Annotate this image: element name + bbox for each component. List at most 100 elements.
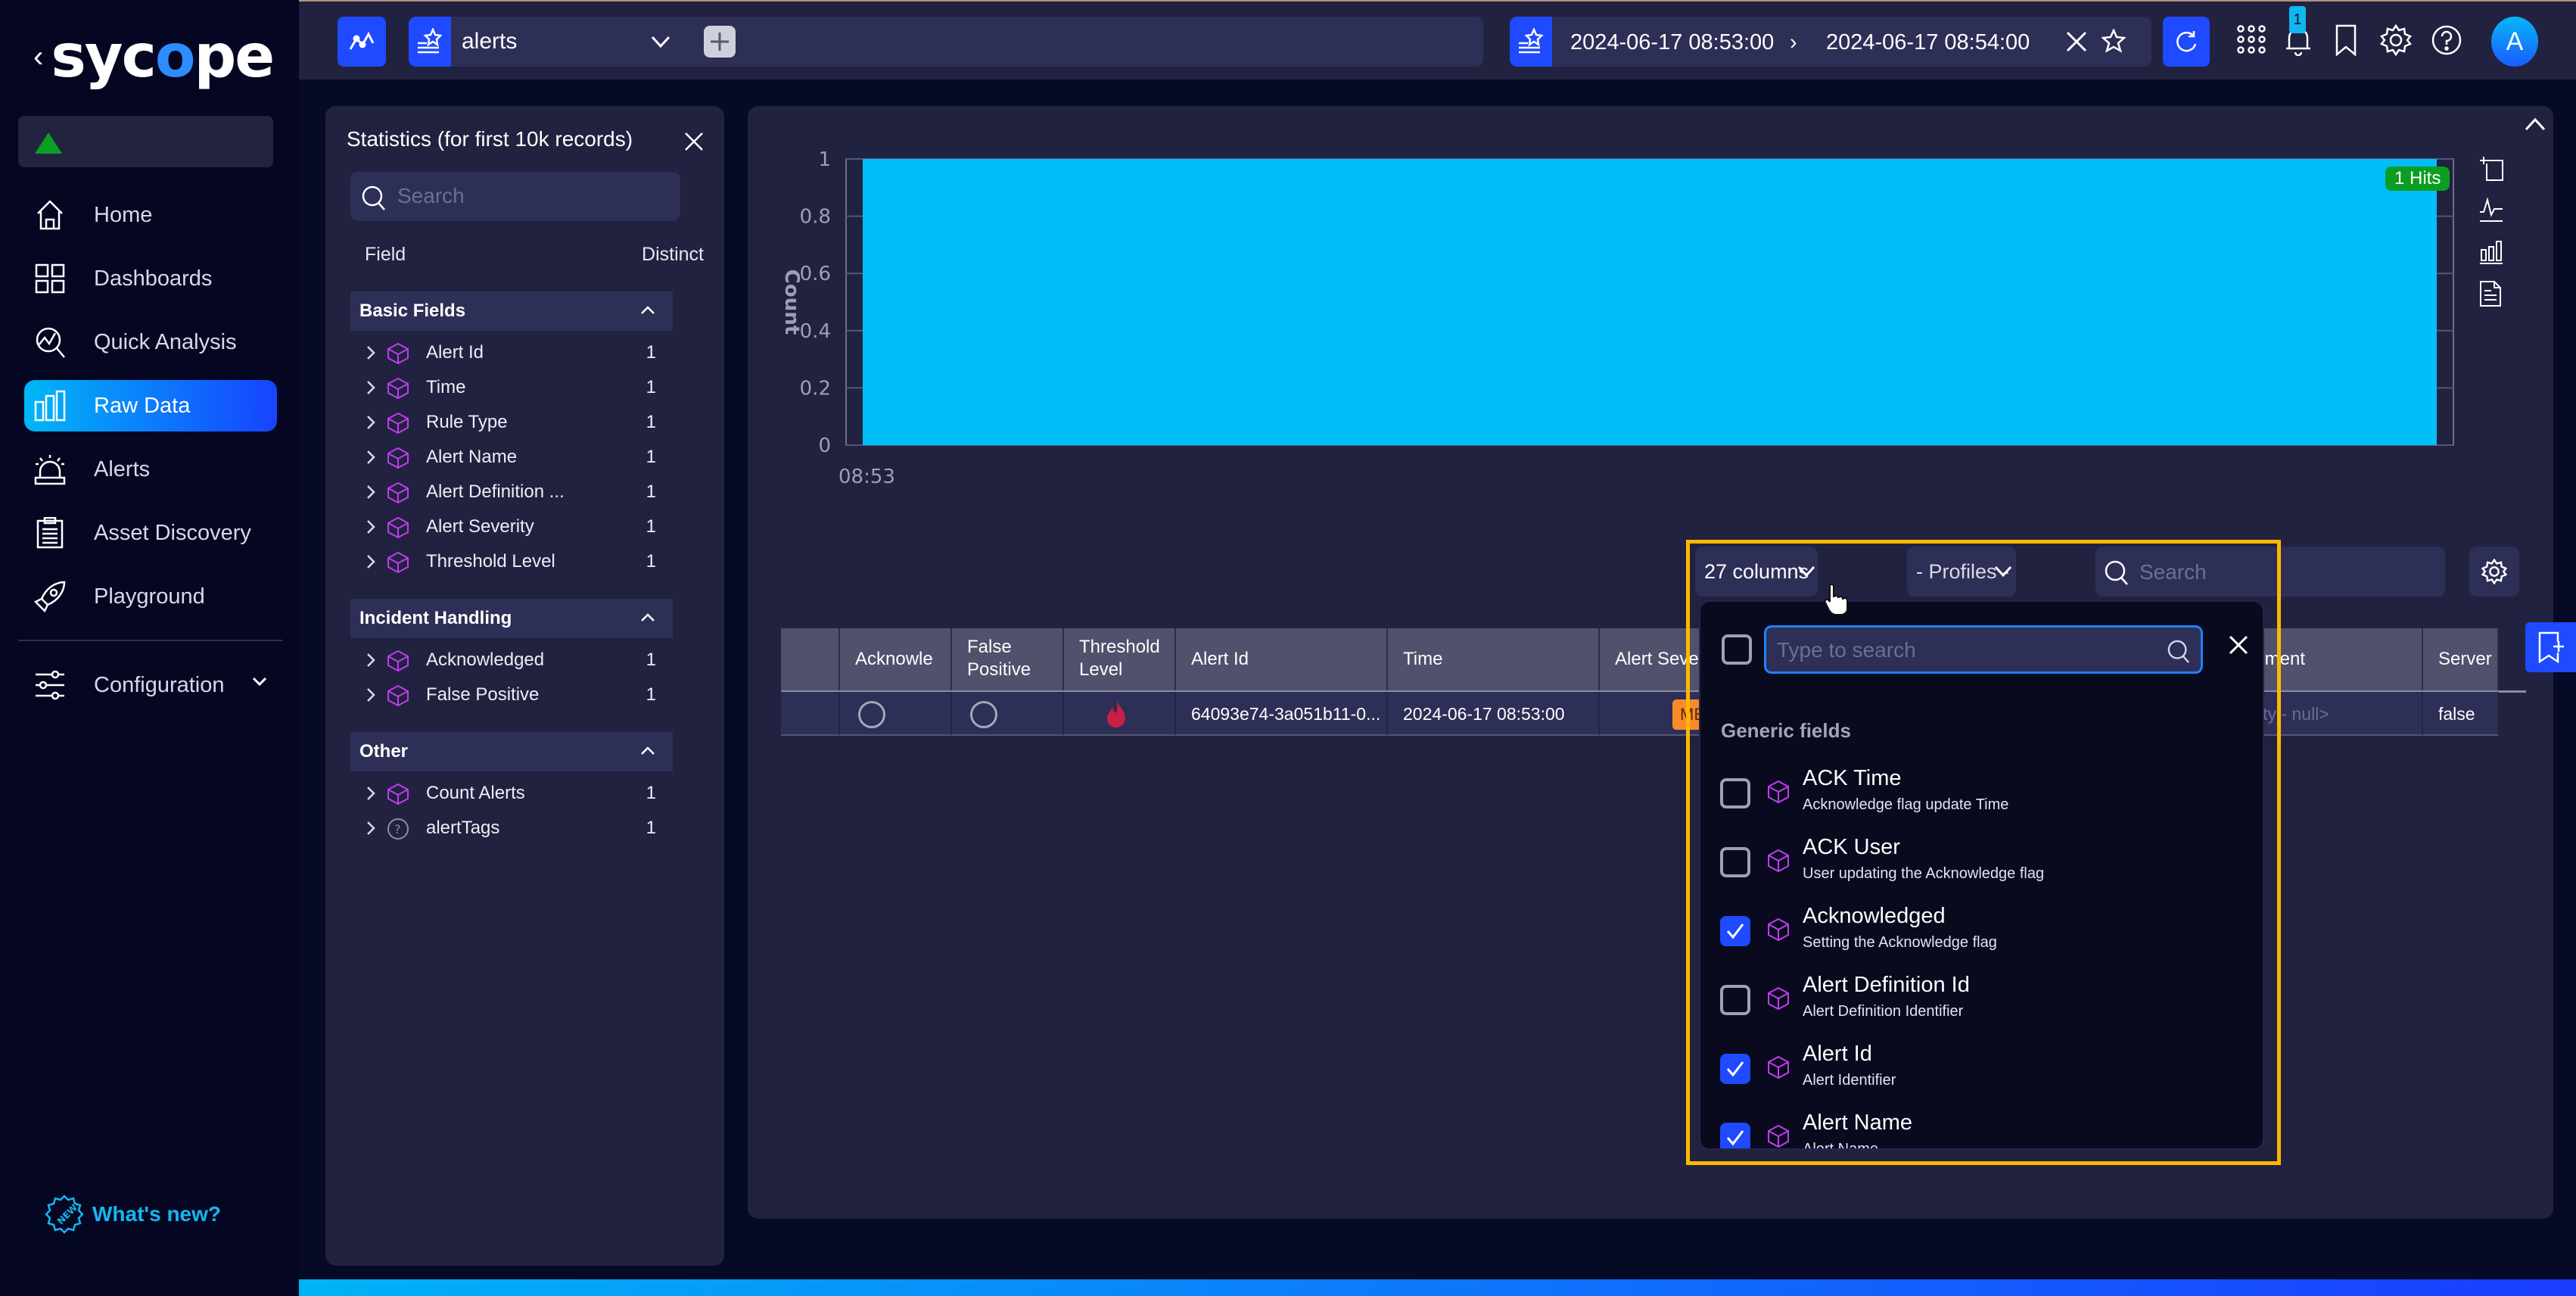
field-row[interactable]: Count Alerts 1 <box>350 776 673 811</box>
server-cell[interactable]: false <box>2423 692 2499 736</box>
status-indicator[interactable] <box>18 116 273 167</box>
field-row[interactable]: Alert Id 1 <box>350 335 673 370</box>
false-positive-cell[interactable] <box>952 692 1064 736</box>
bottom-progress-bar <box>299 1279 2576 1296</box>
nav-playground[interactable]: Playground <box>24 571 277 622</box>
refresh-button[interactable] <box>2163 17 2210 67</box>
column-header-time[interactable]: Time <box>1388 628 1600 690</box>
acknowledged-radio[interactable] <box>858 701 885 728</box>
collapse-chart-icon[interactable] <box>2524 117 2546 132</box>
field-row[interactable]: ? alertTags 1 <box>350 811 673 846</box>
expand-chevron-icon[interactable] <box>366 687 376 703</box>
clear-time-icon[interactable] <box>2065 30 2088 53</box>
column-checkbox[interactable] <box>1720 847 1750 877</box>
section-header[interactable]: Other <box>350 732 673 771</box>
field-row[interactable]: False Positive 1 <box>350 678 673 712</box>
rocket-icon <box>33 580 67 613</box>
close-dropdown-icon[interactable] <box>2229 635 2248 655</box>
column-checkbox[interactable] <box>1720 985 1750 1015</box>
nav-asset-discovery[interactable]: Asset Discovery <box>24 507 277 559</box>
line-chart-icon[interactable] <box>2479 197 2505 223</box>
collapse-sidebar-icon[interactable]: ‹ <box>33 40 43 74</box>
field-row[interactable]: Threshold Level 1 <box>350 544 673 579</box>
column-option[interactable]: Alert Definition Id Alert Definition Iden… <box>1700 964 2263 1032</box>
column-checkbox[interactable] <box>1720 1054 1750 1084</box>
expand-chevron-icon[interactable] <box>366 344 376 361</box>
activity-button[interactable] <box>338 17 386 67</box>
distinct-count: 1 <box>646 447 656 467</box>
nav-dashboards[interactable]: Dashboards <box>24 253 277 304</box>
logo[interactable]: ‹ sycope <box>33 23 275 91</box>
table-settings-button[interactable] <box>2469 547 2519 597</box>
row-select-cell[interactable] <box>781 692 840 736</box>
bookmarks-icon[interactable] <box>2335 24 2357 56</box>
time-cell[interactable]: 2024-06-17 08:53:00 <box>1388 692 1600 736</box>
statistics-search-input[interactable]: Search <box>350 172 680 221</box>
field-row[interactable]: Alert Name 1 <box>350 440 673 475</box>
field-row[interactable]: Alert Severity 1 <box>350 509 673 544</box>
expand-chevron-icon[interactable] <box>366 414 376 431</box>
time-from[interactable]: 2024-06-17 08:53:00 <box>1570 30 1774 55</box>
expand-chevron-icon[interactable] <box>366 519 376 535</box>
close-statistics-icon[interactable] <box>684 132 704 151</box>
column-header-server[interactable]: Server <box>2423 628 2499 690</box>
datasource-icon[interactable] <box>409 17 451 67</box>
expand-chevron-icon[interactable] <box>366 379 376 396</box>
datasource-dropdown-icon[interactable] <box>649 30 672 53</box>
column-header-acknowledged[interactable]: Acknowle <box>840 628 952 690</box>
add-query-button[interactable] <box>704 26 736 58</box>
field-row[interactable]: Acknowledged 1 <box>350 643 673 678</box>
whats-new-link[interactable]: NEW What's new? <box>45 1195 221 1234</box>
nav-quick-analysis[interactable]: Quick Analysis <box>24 316 277 368</box>
column-option[interactable]: Alert Name Alert Name <box>1700 1101 2263 1148</box>
expand-chevron-icon[interactable] <box>366 484 376 500</box>
user-avatar[interactable]: A <box>2491 17 2538 67</box>
datasource-name[interactable]: alerts <box>462 29 517 55</box>
column-checkbox[interactable] <box>1720 916 1750 946</box>
column-header-threshold-level[interactable]: Threshold Level <box>1064 628 1176 690</box>
column-checkbox[interactable] <box>1720 778 1750 808</box>
nav-configuration[interactable]: Configuration <box>24 659 277 711</box>
column-search-input[interactable]: Type to search <box>1764 625 2203 674</box>
select-all-checkbox[interactable] <box>1722 634 1752 665</box>
nav-raw-data[interactable]: Raw Data <box>24 380 277 431</box>
column-checkbox[interactable] <box>1720 1123 1750 1148</box>
nav-alerts[interactable]: Alerts <box>24 444 277 495</box>
nav-home[interactable]: Home <box>24 189 277 241</box>
histogram-chart[interactable]: 0 0.2 0.4 0.6 0.8 1 08:53 Count <box>748 106 2473 500</box>
clipboard-icon <box>33 516 67 550</box>
bar-chart-type-icon[interactable] <box>2479 239 2505 265</box>
report-icon[interactable] <box>2479 280 2502 307</box>
help-icon[interactable] <box>2431 24 2462 56</box>
settings-gear-icon[interactable] <box>2380 24 2412 56</box>
add-bookmark-button[interactable] <box>2525 622 2576 672</box>
favorite-time-icon[interactable] <box>2102 29 2126 53</box>
expand-chevron-icon[interactable] <box>366 449 376 466</box>
field-row[interactable]: Time 1 <box>350 370 673 405</box>
acknowledged-cell[interactable] <box>840 692 952 736</box>
select-area-icon[interactable] <box>2479 156 2505 182</box>
expand-chevron-icon[interactable] <box>366 652 376 668</box>
column-option[interactable]: Acknowledged Setting the Acknowledge flag <box>1700 895 2263 963</box>
column-option[interactable]: Alert Id Alert Identifier <box>1700 1033 2263 1101</box>
alert-id-cell[interactable]: 64093e74-3a051b11-0... <box>1176 692 1388 736</box>
column-header-alert-id[interactable]: Alert Id <box>1176 628 1388 690</box>
field-row[interactable]: Alert Definition ... 1 <box>350 475 673 509</box>
field-row[interactable]: Rule Type 1 <box>350 405 673 440</box>
time-range-picker[interactable]: 2024-06-17 08:53:00 › 2024-06-17 08:54:0… <box>1510 17 2151 67</box>
section-header[interactable]: Incident Handling <box>350 599 673 638</box>
column-header-false-positive[interactable]: False Positive <box>952 628 1064 690</box>
expand-chevron-icon[interactable] <box>366 553 376 570</box>
apps-grid-icon[interactable] <box>2236 24 2266 55</box>
column-option[interactable]: ACK Time Acknowledge flag update Time <box>1700 757 2263 825</box>
time-presets-icon[interactable] <box>1510 17 1552 67</box>
column-header-select[interactable] <box>781 628 840 690</box>
time-to[interactable]: 2024-06-17 08:54:00 <box>1826 30 2030 55</box>
query-bar[interactable]: alerts <box>409 17 1588 67</box>
expand-chevron-icon[interactable] <box>366 820 376 836</box>
column-option[interactable]: ACK User User updating the Acknowledge fl… <box>1700 826 2263 894</box>
section-header[interactable]: Basic Fields <box>350 291 673 331</box>
histogram-bar[interactable] <box>863 159 2437 445</box>
expand-chevron-icon[interactable] <box>366 785 376 802</box>
false-positive-radio[interactable] <box>970 701 997 728</box>
